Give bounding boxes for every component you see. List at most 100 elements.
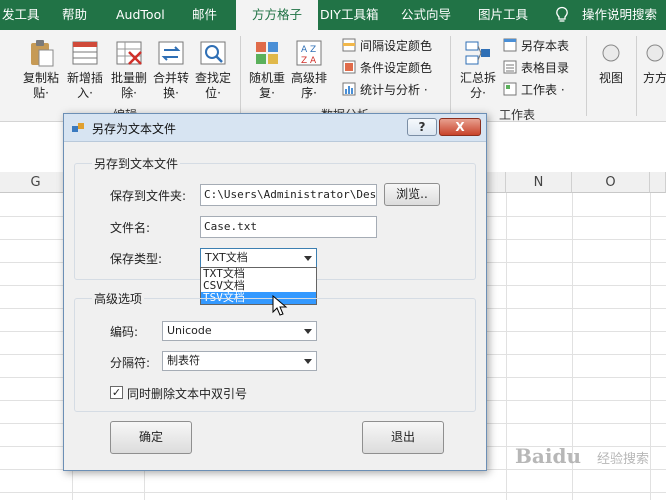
- column-header-o[interactable]: O: [572, 172, 650, 193]
- stats-analysis-button[interactable]: 统计与分析 ·: [342, 80, 428, 100]
- tab-picture-tools[interactable]: 图片工具: [478, 0, 538, 30]
- file-type-selected: TXT文档: [205, 251, 248, 264]
- encoding-dropdown[interactable]: Unicode: [162, 321, 317, 341]
- sort-az-icon: A Z Z A: [296, 40, 322, 66]
- fangfang-button[interactable]: 方方: [640, 38, 666, 86]
- worksheet-button[interactable]: 工作表 ·: [503, 80, 565, 100]
- column-header-g[interactable]: G: [0, 172, 72, 193]
- merge-convert-icon: [158, 41, 184, 65]
- insert-button[interactable]: 新增插 入·: [64, 38, 106, 101]
- separator-dropdown[interactable]: 制表符: [162, 351, 317, 371]
- view-button[interactable]: 视图: [592, 38, 630, 86]
- separator-selected: 制表符: [167, 354, 200, 367]
- condition-color-icon: [342, 60, 356, 74]
- checkmark-icon: ✓: [111, 386, 122, 399]
- interval-color-button[interactable]: 间隔设定颜色: [342, 36, 432, 56]
- summary-split-button[interactable]: 汇总拆 分·: [457, 38, 499, 101]
- clipboard-icon: [31, 40, 54, 67]
- fangfang-icon: [646, 44, 664, 62]
- copy-paste-label-1: 复制粘: [22, 71, 59, 85]
- watermark-brand: Baidu: [515, 444, 581, 468]
- copy-paste-button[interactable]: 复制粘 贴·: [20, 38, 62, 101]
- baidu-watermark: Baidu 经验搜索: [515, 438, 663, 474]
- tab-mail[interactable]: 邮件: [192, 0, 228, 30]
- svg-text:Z: Z: [301, 56, 307, 66]
- folder-label: 保存到文件夹:: [110, 189, 187, 203]
- random-label-2: 复·: [259, 86, 275, 100]
- ribbon-separator: [450, 36, 451, 116]
- remove-quotes-checkbox[interactable]: ✓: [110, 386, 123, 399]
- exit-button[interactable]: 退出: [362, 421, 444, 454]
- dialog-titlebar[interactable]: 另存为文本文件 ? X: [64, 114, 486, 142]
- insert-label-2: 入·: [77, 86, 93, 100]
- watermark-text: 经验搜索: [597, 452, 650, 467]
- save-sheet-icon: [503, 38, 517, 52]
- sort-label-2: 序·: [301, 86, 317, 100]
- chevron-down-icon: [304, 256, 312, 261]
- advanced-sort-button[interactable]: A Z Z A 高级排 序·: [288, 38, 330, 101]
- svg-text:Z: Z: [310, 45, 316, 55]
- chevron-down-icon: [304, 359, 312, 364]
- browse-button[interactable]: 浏览..: [384, 183, 440, 206]
- random-repeat-button[interactable]: 随机重 复·: [246, 38, 288, 101]
- tab-audtool[interactable]: AudTool: [116, 0, 174, 30]
- insert-label-1: 新增插: [66, 71, 103, 85]
- separator-label: 分隔符:: [110, 356, 151, 370]
- save-sheet-label: 另存本表: [521, 39, 570, 53]
- find-magnifier-icon: [200, 41, 226, 65]
- tell-me-search[interactable]: 操作说明搜索: [582, 0, 666, 30]
- batch-delete-label-1: 批量删: [110, 71, 147, 85]
- merge-convert-button[interactable]: 合并转 换·: [150, 38, 192, 101]
- ribbon-separator: [586, 36, 587, 116]
- help-button[interactable]: ?: [407, 118, 437, 136]
- tab-developer-tools[interactable]: 发工具: [0, 0, 48, 30]
- ribbon-separator: [240, 36, 241, 116]
- condition-color-label: 条件设定颜色: [360, 61, 433, 75]
- ok-button[interactable]: 确定: [110, 421, 192, 454]
- remove-quotes-label[interactable]: 同时删除文本中双引号: [127, 385, 247, 402]
- tab-fangfang-gezi[interactable]: 方方格子: [236, 0, 318, 30]
- file-type-dropdown[interactable]: TXT文档: [200, 248, 317, 268]
- ribbon-separator: [636, 36, 637, 116]
- lightbulb-icon: [556, 6, 568, 22]
- find-locate-button[interactable]: 查找定 位·: [192, 38, 234, 101]
- encoding-selected: Unicode: [167, 324, 212, 337]
- stats-label: 统计与分析 ·: [360, 83, 428, 97]
- random-grid-icon: [256, 42, 278, 64]
- tab-formula-wizard[interactable]: 公式向导: [401, 0, 461, 30]
- condition-color-button[interactable]: 条件设定颜色: [342, 58, 432, 78]
- batch-delete-button[interactable]: 批量删 除·: [108, 38, 150, 101]
- sheet-index-label: 表格目录: [521, 61, 570, 75]
- interval-color-icon: [342, 38, 356, 52]
- file-type-label: 保存类型:: [110, 252, 163, 266]
- filename-field[interactable]: Case.txt: [200, 216, 377, 238]
- sheet-index-button[interactable]: 表格目录: [503, 58, 569, 78]
- stats-icon: [342, 82, 356, 96]
- sort-label-1: 高级排: [290, 71, 327, 85]
- svg-text:A: A: [301, 45, 308, 55]
- fangfang-label: 方方: [642, 71, 666, 85]
- mouse-cursor-icon: [272, 295, 288, 316]
- save-group-title: 另存到文本文件: [92, 155, 181, 172]
- tab-help[interactable]: 帮助: [62, 0, 98, 30]
- column-header-p[interactable]: [650, 172, 666, 193]
- folder-path-field[interactable]: C:\Users\Administrator\Deskto: [200, 184, 377, 206]
- close-button[interactable]: X: [439, 118, 481, 136]
- save-sheet-button[interactable]: 另存本表: [503, 36, 569, 56]
- random-label-1: 随机重: [248, 71, 285, 85]
- copy-paste-label-2: 贴·: [33, 86, 49, 100]
- summary-label-2: 分·: [470, 86, 486, 100]
- interval-color-label: 间隔设定颜色: [360, 39, 433, 53]
- group-label-worksheet: 工作表: [499, 108, 536, 122]
- merge-convert-label-2: 换·: [163, 86, 179, 100]
- merge-convert-label-1: 合并转: [152, 71, 189, 85]
- chevron-down-icon: [304, 329, 312, 334]
- worksheet-label: 工作表 ·: [521, 83, 565, 97]
- sheet-index-icon: [503, 60, 517, 74]
- ribbon-tab-bar: 发工具 帮助 AudTool 邮件 方方格子 DIY工具箱 公式向导 图片工具 …: [0, 0, 666, 30]
- worksheet-icon: [503, 82, 517, 96]
- column-header-n[interactable]: N: [506, 172, 572, 193]
- tab-diy-toolbox[interactable]: DIY工具箱: [320, 0, 384, 30]
- view-icon: [602, 44, 620, 62]
- find-locate-label-1: 查找定: [194, 71, 231, 85]
